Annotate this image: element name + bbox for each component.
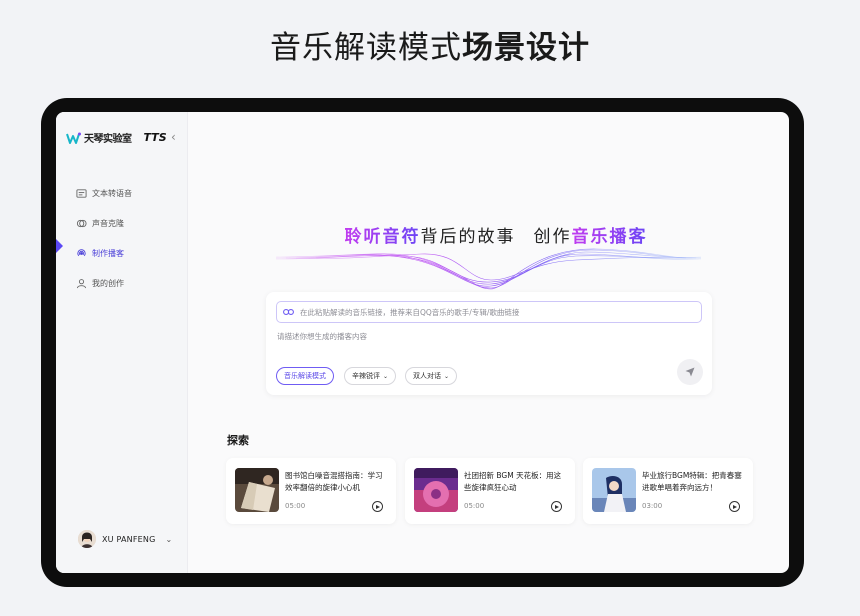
card-thumbnail bbox=[235, 468, 279, 512]
podcast-description-input[interactable] bbox=[277, 332, 697, 341]
card-thumbnail bbox=[592, 468, 636, 512]
format-dropdown-label: 双人对话 bbox=[412, 372, 441, 380]
app-logo: 天琴实验室 TTS bbox=[66, 130, 167, 145]
music-link-field bbox=[276, 301, 702, 323]
card-duration: 05:00 bbox=[464, 502, 485, 510]
send-icon bbox=[685, 367, 695, 377]
play-icon[interactable] bbox=[372, 501, 383, 512]
logo-text: 天琴实验室 bbox=[84, 134, 132, 145]
sidebar-item-my-creations[interactable]: 我的创作 bbox=[76, 268, 132, 298]
chevron-down-icon: ⌄ bbox=[165, 534, 173, 544]
sidebar: 天琴实验室 TTS ‹ 文本转语音 声音克隆 制作播客 我的创作 XU PANF… bbox=[56, 112, 188, 573]
card-title: 图书馆白噪音混搭指南：学习效率翻倍的旋律小心机 bbox=[285, 471, 383, 492]
play-icon[interactable] bbox=[551, 501, 562, 512]
chevron-left-icon[interactable]: ‹ bbox=[171, 130, 176, 144]
explore-card-2[interactable]: 社团招新 BGM 天花板：用这些旋律疯狂心动 05:00 bbox=[405, 458, 575, 524]
sidebar-item-label: 文本转语音 bbox=[92, 188, 132, 198]
logo-mark-icon bbox=[66, 132, 81, 144]
headline-bold: 场景设计 bbox=[462, 30, 590, 66]
mode-chip-label: 音乐解读模式 bbox=[284, 372, 326, 380]
sidebar-item-label: 制作播客 bbox=[92, 248, 124, 258]
active-nav-marker bbox=[56, 238, 63, 254]
card-thumbnail bbox=[414, 468, 458, 512]
page-headline: 音乐解读模式场景设计 bbox=[0, 22, 860, 67]
mode-chip[interactable]: 音乐解读模式 bbox=[276, 367, 334, 385]
explore-card-1[interactable]: 图书馆白噪音混搭指南：学习效率翻倍的旋律小心机 05:00 bbox=[226, 458, 396, 524]
user-name: XU PANFENG bbox=[102, 534, 156, 544]
sidebar-item-podcast[interactable]: 制作播客 bbox=[76, 238, 132, 268]
avatar bbox=[78, 530, 96, 548]
card-title: 毕业旅行BGM特辑：把青春塞进歌单唱着奔向远方！ bbox=[642, 471, 742, 492]
card-duration: 03:00 bbox=[642, 502, 663, 510]
card-duration: 05:00 bbox=[285, 502, 306, 510]
sidebar-nav: 文本转语音 声音克隆 制作播客 我的创作 bbox=[76, 178, 132, 298]
link-icon bbox=[283, 309, 294, 315]
sidebar-item-voice-clone[interactable]: 声音克隆 bbox=[76, 208, 132, 238]
user-icon bbox=[76, 278, 87, 288]
headline-regular: 音乐解读模式 bbox=[270, 30, 462, 66]
podcast-icon bbox=[77, 248, 86, 256]
music-link-input[interactable] bbox=[300, 307, 680, 317]
send-button[interactable] bbox=[677, 359, 703, 385]
sidebar-item-label: 声音克隆 bbox=[92, 218, 124, 228]
logo-suffix: TTS bbox=[143, 131, 167, 144]
card-title: 社团招新 BGM 天花板：用这些旋律疯狂心动 bbox=[464, 471, 562, 492]
chevron-down-icon: ⌄ bbox=[443, 372, 450, 380]
document-text-icon bbox=[76, 188, 87, 198]
app-screen: 天琴实验室 TTS ‹ 文本转语音 声音克隆 制作播客 我的创作 XU PANF… bbox=[56, 112, 789, 573]
style-dropdown[interactable]: 辛辣锐评 ⌄ bbox=[344, 367, 396, 385]
sound-wave-graphic bbox=[276, 248, 701, 290]
style-dropdown-label: 辛辣锐评 bbox=[351, 372, 380, 380]
voice-clone-icon bbox=[76, 219, 87, 227]
chevron-down-icon: ⌄ bbox=[382, 372, 389, 380]
sidebar-item-text-to-speech[interactable]: 文本转语音 bbox=[76, 178, 132, 208]
format-dropdown[interactable]: 双人对话 ⌄ bbox=[405, 367, 457, 385]
user-menu[interactable]: XU PANFENG ⌄ bbox=[78, 530, 172, 548]
explore-card-3[interactable]: 毕业旅行BGM特辑：把青春塞进歌单唱着奔向远方！ 03:00 bbox=[583, 458, 753, 524]
play-icon[interactable] bbox=[729, 501, 740, 512]
prompt-card: 音乐解读模式 辛辣锐评⌄ 双人对话⌄ bbox=[266, 292, 712, 395]
sidebar-item-label: 我的创作 bbox=[92, 278, 124, 288]
avatar-image bbox=[78, 530, 96, 548]
explore-title: 探索 bbox=[227, 434, 249, 447]
